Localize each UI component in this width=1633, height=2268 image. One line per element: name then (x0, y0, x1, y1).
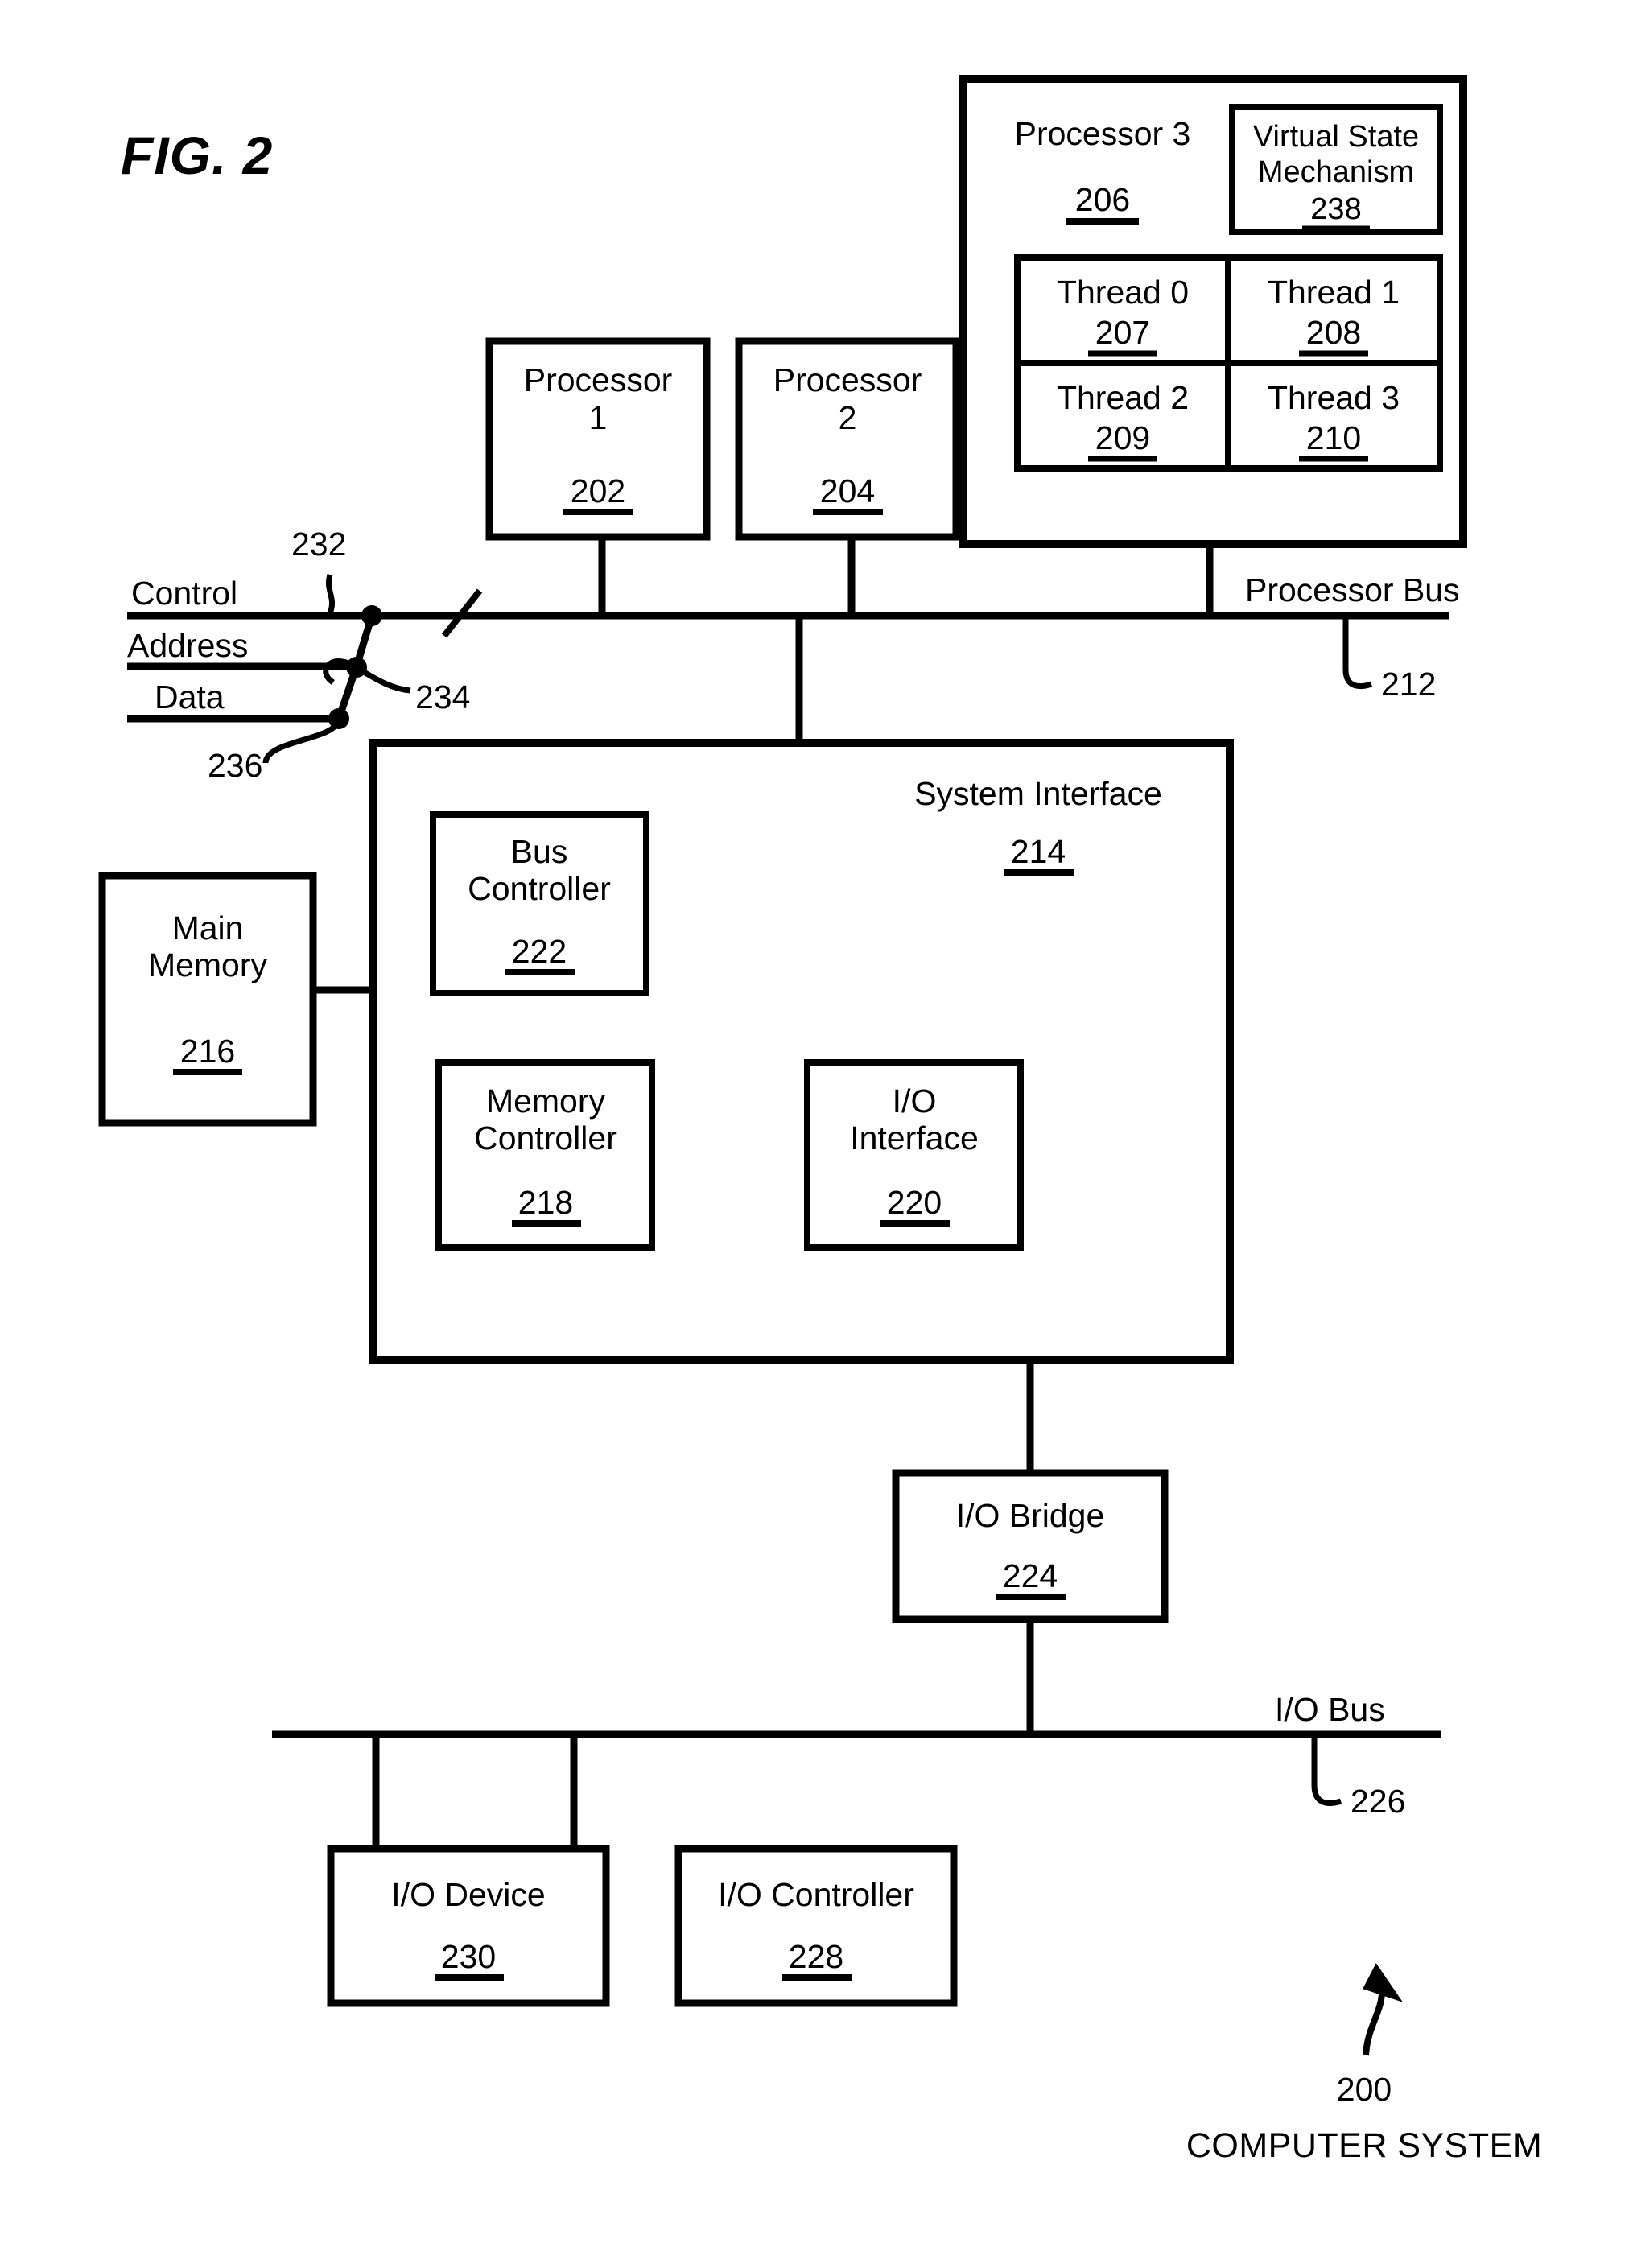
processor-bus-label: Processor Bus (1245, 571, 1460, 608)
caption-arrow-head (1363, 1963, 1403, 2002)
processor3-label: Processor 3 (1015, 115, 1191, 152)
system-interface-ref: 214 (1011, 833, 1066, 870)
thread-2-ref: 209 (1095, 419, 1150, 456)
bus-controller-line1: Bus (511, 833, 568, 870)
thread-1-ref: 208 (1306, 314, 1361, 351)
io-bridge-ref: 224 (1003, 1557, 1058, 1594)
patent-figure: FIG. 2 Processor 3 206 Virtual State Mec… (0, 0, 1633, 2264)
diagram-canvas: Processor 3 206 Virtual State Mechanism … (98, 75, 1542, 2165)
virtual-state-mechanism-line1: Virtual State (1253, 120, 1419, 154)
io-interface-ref: 220 (887, 1184, 942, 1221)
processor2-label: Processor (773, 361, 922, 398)
caption-label: COMPUTER SYSTEM (1186, 2126, 1542, 2165)
bus-signal-label-address: Address (127, 627, 248, 664)
bus-signal-ref-236: 236 (208, 747, 262, 784)
bus-signal-ref-232: 232 (291, 526, 346, 563)
thread-0-ref: 207 (1095, 314, 1150, 351)
leader-226 (1311, 1737, 1342, 1806)
memory-controller-line1: Memory (486, 1082, 606, 1120)
io-controller-label: I/O Controller (718, 1876, 914, 1913)
processor1-label: Processor (524, 361, 673, 398)
thread-0-label: Thread 0 (1057, 274, 1189, 311)
io-interface-line2: Interface (850, 1120, 979, 1157)
system-interface-label: System Interface (914, 775, 1162, 812)
virtual-state-mechanism-ref: 238 (1310, 192, 1361, 226)
processor2-index: 2 (839, 399, 857, 436)
figure-title: FIG. 2 (121, 126, 274, 185)
bus-junction-dot-control (361, 605, 382, 626)
processor-bus-ref: 212 (1381, 666, 1436, 703)
bus-signal-ref-234: 234 (415, 678, 470, 715)
io-bridge-label: I/O Bridge (956, 1497, 1105, 1534)
bus-signal-label-control: Control (131, 575, 237, 612)
processor1-ref: 202 (571, 472, 625, 509)
io-device-label: I/O Device (391, 1876, 545, 1913)
main-memory-line2: Memory (148, 946, 268, 983)
memory-controller-line2: Controller (474, 1120, 617, 1157)
processor1-index: 1 (589, 399, 608, 436)
bus-signal-label-data: Data (155, 678, 225, 715)
leader-232 (326, 573, 336, 615)
io-bus-ref: 226 (1351, 1783, 1405, 1820)
leader-234 (356, 666, 411, 694)
main-memory-ref: 216 (180, 1033, 235, 1070)
thread-1-label: Thread 1 (1268, 274, 1400, 311)
bus-controller-line2: Controller (468, 870, 611, 907)
leader-212 (1342, 618, 1373, 690)
leader-236 (262, 720, 341, 764)
io-bus-label: I/O Bus (1275, 1691, 1385, 1728)
processor3-ref: 206 (1075, 181, 1130, 218)
virtual-state-mechanism-line2: Mechanism (1258, 155, 1414, 189)
io-device-ref: 230 (441, 1938, 496, 1975)
thread-3-label: Thread 3 (1268, 379, 1400, 416)
io-interface-line1: I/O (893, 1082, 937, 1120)
memory-controller-ref: 218 (518, 1184, 573, 1221)
caption-number: 200 (1337, 2071, 1392, 2108)
bus-controller-ref: 222 (512, 933, 567, 970)
io-controller-ref: 228 (789, 1938, 843, 1975)
thread-3-ref: 210 (1306, 419, 1361, 456)
processor2-ref: 204 (820, 472, 875, 509)
thread-2-label: Thread 2 (1057, 379, 1189, 416)
main-memory-line1: Main (172, 909, 244, 946)
